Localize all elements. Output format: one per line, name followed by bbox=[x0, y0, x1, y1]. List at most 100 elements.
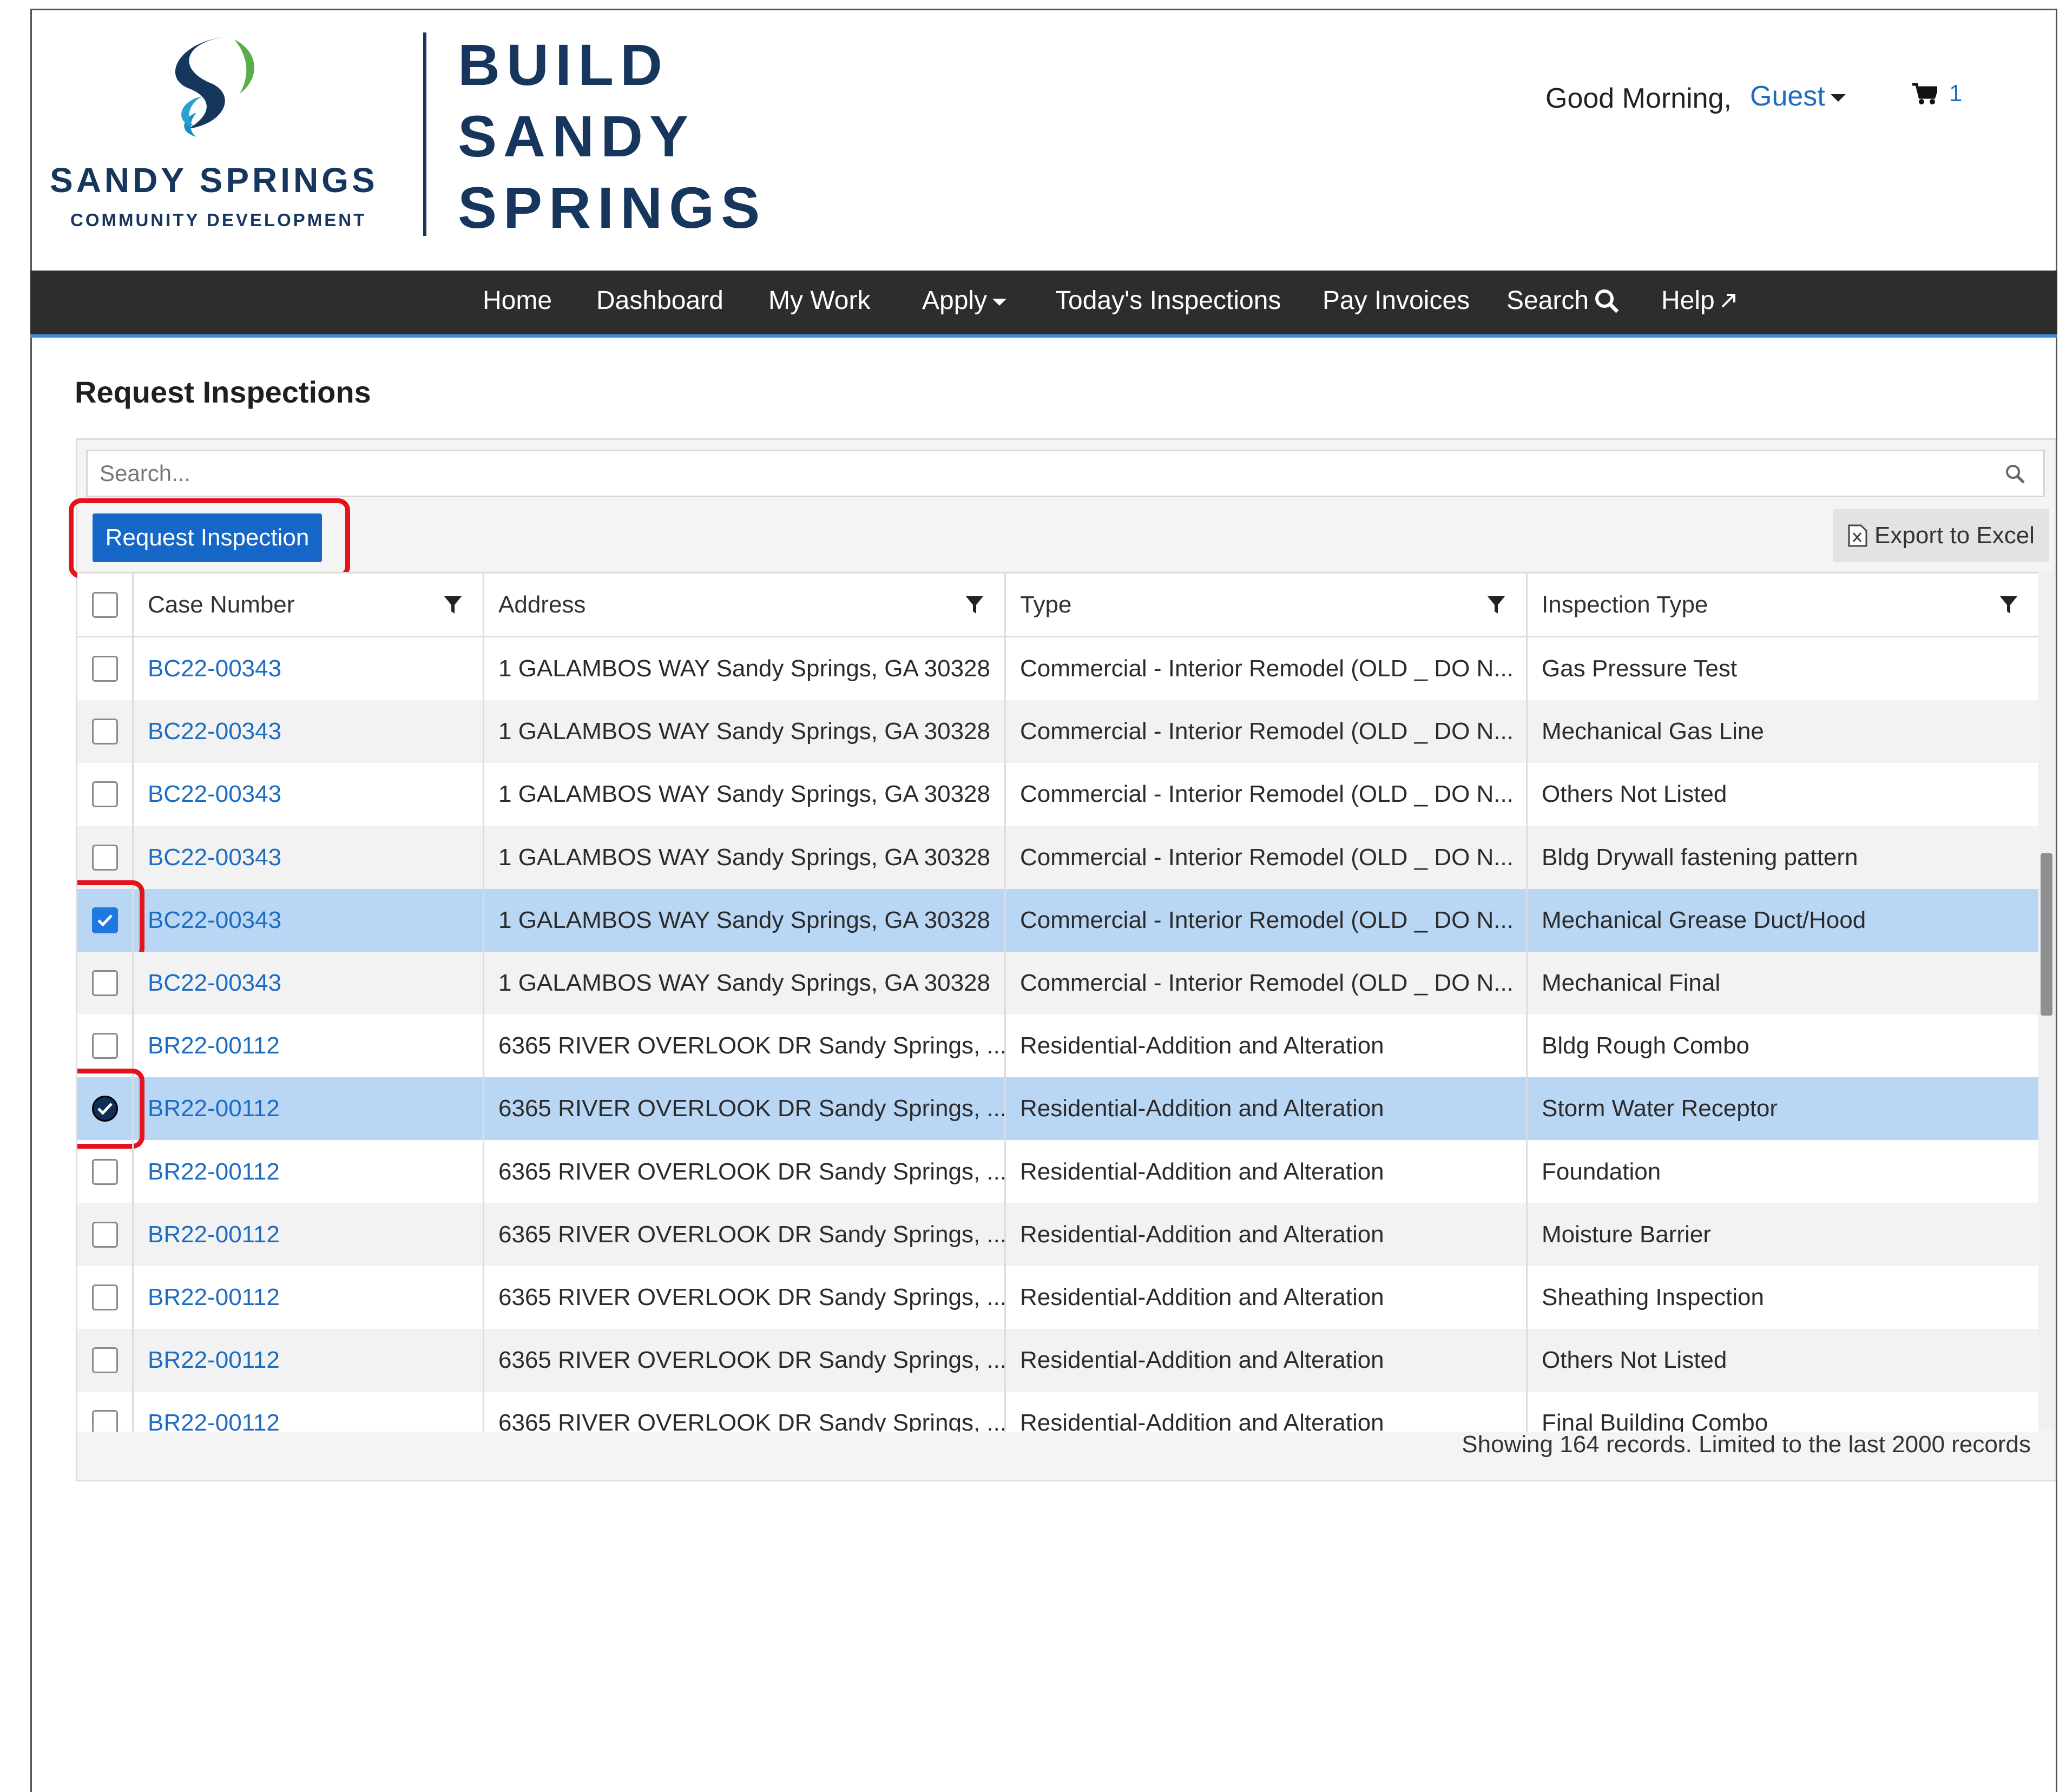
case-number-link[interactable]: BC22-00343 bbox=[134, 952, 484, 1014]
address-cell: 6365 RIVER OVERLOOK DR Sandy Springs, ..… bbox=[484, 1203, 1006, 1266]
main-nav: Home Dashboard My Work Apply Today's Ins… bbox=[30, 271, 2057, 338]
row-checkbox[interactable] bbox=[91, 1284, 118, 1310]
search-input[interactable] bbox=[90, 453, 1984, 493]
nav-pay-invoices[interactable]: Pay Invoices bbox=[1322, 286, 1470, 315]
address-cell: 1 GALAMBOS WAY Sandy Springs, GA 30328 bbox=[484, 763, 1006, 826]
row-checkbox-cell bbox=[77, 763, 134, 826]
brand-line-2: SANDY bbox=[458, 103, 695, 169]
row-checkbox[interactable] bbox=[91, 1347, 118, 1374]
case-number-link[interactable]: BR22-00112 bbox=[134, 1140, 484, 1203]
search-icon bbox=[1595, 289, 1619, 313]
column-header-address[interactable]: Address bbox=[484, 574, 1006, 636]
type-cell: Residential-Addition and Alteration bbox=[1006, 1077, 1528, 1141]
inspection-type-cell: Bldg Rough Combo bbox=[1542, 1032, 1750, 1059]
nav-dashboard[interactable]: Dashboard bbox=[596, 286, 723, 315]
table-row[interactable]: BC22-00343 1 GALAMBOS WAY Sandy Springs, … bbox=[77, 952, 2038, 1014]
table-header: Case Number Address Type Inspection Type bbox=[77, 574, 2038, 637]
user-name[interactable]: Guest bbox=[1750, 80, 1825, 113]
filter-icon[interactable] bbox=[1999, 595, 2018, 615]
column-header-inspection-type[interactable]: Inspection Type bbox=[1528, 574, 2038, 636]
type-cell: Commercial - Interior Remodel (OLD _ DO … bbox=[1006, 888, 1528, 952]
scrollbar-thumb[interactable] bbox=[2041, 853, 2052, 1016]
nav-todays-inspections[interactable]: Today's Inspections bbox=[1055, 286, 1281, 315]
case-number-link[interactable]: BR22-00112 bbox=[134, 1392, 484, 1432]
nav-my-work[interactable]: My Work bbox=[768, 286, 870, 315]
logo-divider bbox=[423, 32, 426, 236]
filter-icon[interactable] bbox=[444, 595, 462, 615]
table-row[interactable]: BC22-00343 1 GALAMBOS WAY Sandy Springs, … bbox=[77, 700, 2038, 763]
case-number-link[interactable]: BR22-00112 bbox=[134, 1014, 484, 1078]
table-row[interactable]: BC22-00343 1 GALAMBOS WAY Sandy Springs, … bbox=[77, 763, 2038, 826]
type-cell: Residential-Addition and Alteration bbox=[1006, 1203, 1528, 1266]
row-checkbox[interactable] bbox=[91, 970, 118, 996]
case-number-link[interactable]: BR22-00112 bbox=[134, 1266, 484, 1329]
export-to-excel-button[interactable]: Export to Excel bbox=[1833, 509, 2049, 562]
nav-apply[interactable]: Apply bbox=[922, 286, 1007, 315]
table-row[interactable]: BC22-00343 1 GALAMBOS WAY Sandy Springs, … bbox=[77, 637, 2038, 700]
row-checkbox[interactable] bbox=[91, 844, 118, 871]
column-header-case-number[interactable]: Case Number bbox=[134, 574, 484, 636]
row-checkbox-cell bbox=[77, 826, 134, 889]
logo-subtitle: COMMUNITY DEVELOPMENT bbox=[70, 210, 367, 230]
case-number-link[interactable]: BC22-00343 bbox=[134, 637, 484, 700]
case-number-link[interactable]: BR22-00112 bbox=[134, 1077, 484, 1141]
filter-icon[interactable] bbox=[1487, 595, 1505, 615]
brand-line-3: SPRINGS bbox=[458, 175, 767, 240]
table-row[interactable]: BR22-00112 6365 RIVER OVERLOOK DR Sandy S… bbox=[77, 1392, 2038, 1432]
case-number-link[interactable]: BC22-00343 bbox=[134, 763, 484, 826]
case-number-link[interactable]: BC22-00343 bbox=[134, 700, 484, 763]
inspection-type-cell: Sheathing Inspection bbox=[1542, 1284, 1764, 1310]
inspection-type-cell: Others Not Listed bbox=[1542, 1347, 1727, 1374]
column-header-type[interactable]: Type bbox=[1006, 574, 1528, 636]
table-row[interactable]: BC22-00343 1 GALAMBOS WAY Sandy Springs, … bbox=[77, 826, 2038, 889]
type-cell: Residential-Addition and Alteration bbox=[1006, 1266, 1528, 1329]
nav-search[interactable]: Search bbox=[1506, 286, 1619, 315]
case-number-link[interactable]: BC22-00343 bbox=[134, 888, 484, 952]
type-cell: Commercial - Interior Remodel (OLD _ DO … bbox=[1006, 952, 1528, 1014]
checkmark-icon bbox=[97, 1103, 113, 1115]
inspection-type-cell: Foundation bbox=[1542, 1158, 1661, 1185]
select-all-cell bbox=[77, 574, 134, 636]
row-checkbox[interactable] bbox=[91, 656, 118, 682]
row-checkbox[interactable] bbox=[91, 1033, 118, 1059]
table-row[interactable]: BR22-00112 6365 RIVER OVERLOOK DR Sandy S… bbox=[77, 1014, 2038, 1078]
row-checkbox[interactable] bbox=[91, 907, 118, 933]
external-link-icon bbox=[1721, 293, 1735, 307]
address-cell: 1 GALAMBOS WAY Sandy Springs, GA 30328 bbox=[484, 952, 1006, 1014]
row-checkbox-cell bbox=[77, 637, 134, 700]
user-menu[interactable]: Guest bbox=[1750, 80, 1846, 113]
export-label: Export to Excel bbox=[1874, 522, 2035, 549]
table-row[interactable]: BR22-00112 6365 RIVER OVERLOOK DR Sandy S… bbox=[77, 1069, 2038, 1149]
request-inspection-button[interactable]: Request Inspection bbox=[93, 513, 322, 562]
row-checkbox-cell bbox=[77, 1392, 134, 1432]
nav-help[interactable]: Help bbox=[1661, 286, 1736, 315]
table-row[interactable]: BR22-00112 6365 RIVER OVERLOOK DR Sandy S… bbox=[77, 1140, 2038, 1203]
row-checkbox-cell bbox=[77, 1140, 134, 1203]
case-number-link[interactable]: BR22-00112 bbox=[134, 1203, 484, 1266]
table-row[interactable]: BR22-00112 6365 RIVER OVERLOOK DR Sandy S… bbox=[77, 1266, 2038, 1329]
brand-line-1: BUILD bbox=[458, 32, 669, 97]
address-cell: 1 GALAMBOS WAY Sandy Springs, GA 30328 bbox=[484, 700, 1006, 763]
case-number-link[interactable]: BC22-00343 bbox=[134, 826, 484, 889]
inspection-type-cell: Mechanical Gas Line bbox=[1542, 718, 1764, 745]
row-checkbox[interactable] bbox=[91, 1096, 118, 1122]
type-cell: Residential-Addition and Alteration bbox=[1006, 1329, 1528, 1392]
row-checkbox[interactable] bbox=[91, 781, 118, 808]
row-checkbox[interactable] bbox=[91, 719, 118, 745]
inspection-type-cell: Gas Pressure Test bbox=[1542, 655, 1738, 682]
table-scrollbar[interactable] bbox=[2038, 572, 2055, 1430]
table-row[interactable]: BR22-00112 6365 RIVER OVERLOOK DR Sandy S… bbox=[77, 1203, 2038, 1266]
filter-icon[interactable] bbox=[965, 595, 984, 615]
row-checkbox[interactable] bbox=[91, 1158, 118, 1185]
inspection-type-cell: Bldg Drywall fastening pattern bbox=[1542, 844, 1858, 871]
search-icon[interactable] bbox=[2003, 462, 2027, 486]
row-checkbox[interactable] bbox=[91, 1410, 118, 1432]
select-all-checkbox[interactable] bbox=[91, 591, 118, 618]
table-row[interactable]: BR22-00112 6365 RIVER OVERLOOK DR Sandy S… bbox=[77, 1329, 2038, 1392]
table-row[interactable]: BC22-00343 1 GALAMBOS WAY Sandy Springs, … bbox=[77, 880, 2038, 960]
row-checkbox[interactable] bbox=[91, 1221, 118, 1248]
nav-home[interactable]: Home bbox=[483, 286, 552, 315]
case-number-link[interactable]: BR22-00112 bbox=[134, 1329, 484, 1392]
cart-button[interactable]: 1 bbox=[1912, 80, 1962, 107]
row-checkbox-cell bbox=[77, 1203, 134, 1266]
